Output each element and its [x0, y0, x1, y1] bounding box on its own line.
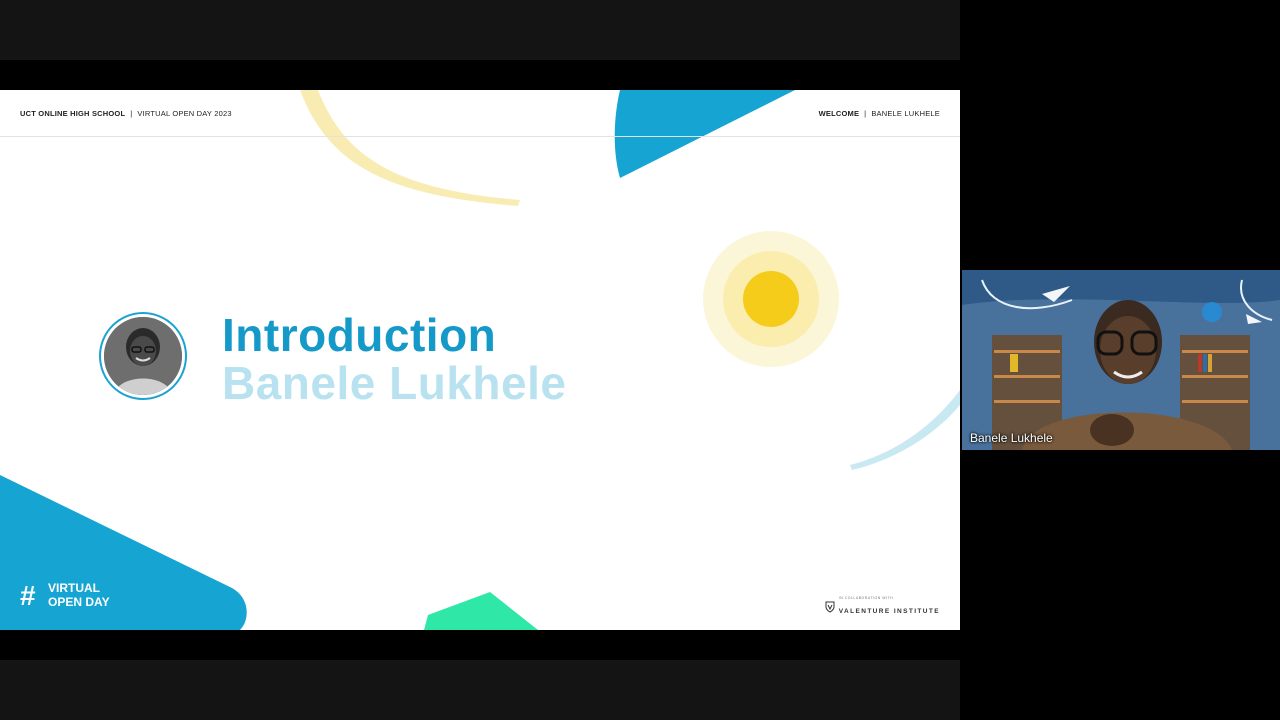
green-shape	[424, 592, 538, 630]
participant-name-label: Banele Lukhele	[970, 431, 1053, 445]
slide-header: UCT ONLINE HIGH SCHOOL | VIRTUAL OPEN DAY …	[0, 90, 960, 137]
person-silhouette-icon	[104, 317, 182, 395]
header-left: UCT ONLINE HIGH SCHOOL | VIRTUAL OPEN DAY …	[20, 109, 232, 118]
badge-line-2: OPEN DAY	[48, 595, 110, 609]
speaker-avatar	[104, 317, 182, 395]
header-separator: |	[130, 109, 133, 118]
logo-collab-text: IN COLLABORATION WITH	[838, 596, 894, 600]
speaker-name-header: BANELE LUKHELE	[871, 109, 940, 118]
sun-shape	[743, 271, 799, 327]
slide-title: Introduction	[222, 309, 497, 361]
event-name: VIRTUAL OPEN DAY 2023	[137, 109, 232, 118]
participant-video-tile[interactable]: Banele Lukhele	[962, 270, 1280, 450]
header-right: WELCOME | BANELE LUKHELE	[819, 109, 940, 118]
light-blue-arc	[850, 390, 960, 470]
school-name: UCT ONLINE HIGH SCHOOL	[20, 109, 126, 118]
welcome-label: WELCOME	[818, 109, 860, 118]
presentation-slide: UCT ONLINE HIGH SCHOOL | VIRTUAL OPEN DAY …	[0, 90, 960, 630]
valenture-logo: IN COLLABORATION WITH VALENTURE INSTITUT…	[825, 596, 940, 618]
shield-icon	[825, 601, 835, 613]
hashtag-icon: #	[20, 580, 36, 611]
video-feed	[962, 270, 1280, 450]
bottom-letterbox	[0, 660, 960, 720]
blue-triangle-bottom	[0, 475, 247, 630]
badge-line-1: VIRTUAL	[48, 581, 100, 595]
top-letterbox	[0, 0, 960, 60]
virtual-open-day-badge: VIRTUAL OPEN DAY	[48, 581, 110, 609]
slide-subtitle: Banele Lukhele	[222, 357, 567, 409]
header-separator-right: |	[864, 109, 867, 118]
logo-text: VALENTURE INSTITUTE	[838, 608, 940, 615]
